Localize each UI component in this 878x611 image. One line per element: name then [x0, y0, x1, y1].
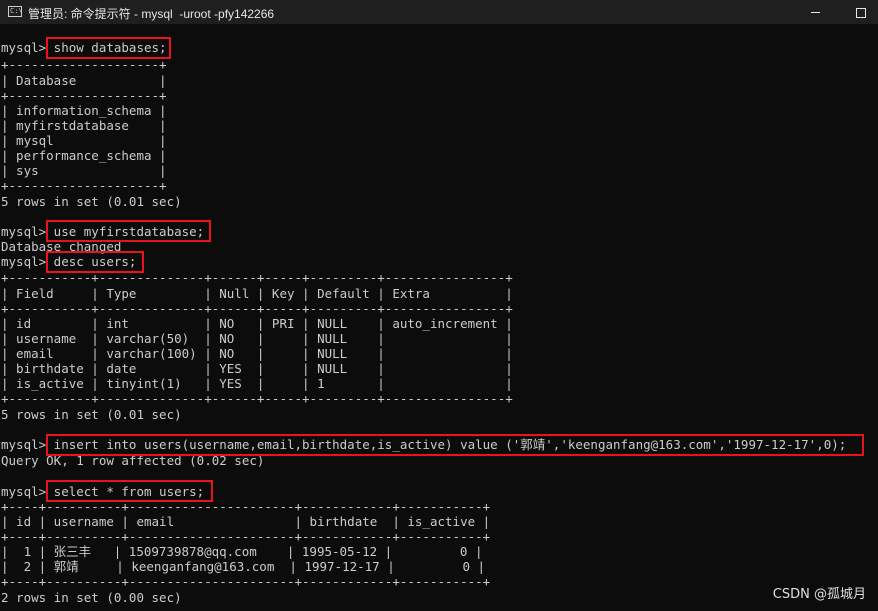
command-highlight-box [46, 220, 211, 242]
console-line: | Field | Type | Null | Key | Default | … [1, 286, 513, 301]
command-highlight-box [46, 251, 144, 273]
minimize-button[interactable] [804, 2, 826, 22]
window-title: 管理员: 命令提示符 - mysql -uroot -pfy142266 [28, 7, 275, 21]
maximize-button[interactable] [850, 2, 872, 22]
console-line: | 2 | 郭靖 | keenganfang@163.com | 1997-12… [1, 559, 486, 574]
console-line: | is_active | tinyint(1) | YES | | 1 | | [1, 376, 513, 391]
console-icon: C:\ [8, 6, 23, 17]
command-highlight-box [46, 434, 864, 456]
title-bar[interactable]: C:\ 管理员: 命令提示符 - mysql -uroot -pfy142266 [0, 0, 878, 24]
maximize-icon [856, 7, 866, 18]
console-line: 5 rows in set (0.01 sec) [1, 407, 182, 422]
console-line: | performance_schema | [1, 148, 167, 163]
console-line: 2 rows in set (0.00 sec) [1, 590, 182, 605]
console-line: | 1 | 张三丰 | 1509739878@qq.com | 1995-05-… [1, 544, 483, 559]
console-line: | Database | [1, 73, 167, 88]
console-line: | id | int | NO | PRI | NULL | auto_incr… [1, 316, 513, 331]
console-line: +-----------+--------------+------+-----… [1, 301, 513, 316]
console-line: +----+----------+----------------------+… [1, 529, 491, 544]
console-line: +-----------+--------------+------+-----… [1, 391, 513, 406]
minimize-icon [810, 12, 820, 13]
console-line: | id | username | email | birthdate | is… [1, 514, 491, 529]
console-line: | sys | [1, 163, 167, 178]
console-line: | myfirstdatabase | [1, 118, 167, 133]
watermark: CSDN @孤城月 [772, 587, 866, 602]
console-line: +--------------------+ [1, 57, 167, 72]
console-line: | username | varchar(50) | NO | | NULL |… [1, 331, 513, 346]
console-line: 5 rows in set (0.01 sec) [1, 194, 182, 209]
console-line: +--------------------+ [1, 88, 167, 103]
console-line: | mysql | [1, 133, 167, 148]
console-line: +----+----------+----------------------+… [1, 574, 491, 589]
console-output[interactable]: mysql> show databases; +----------------… [0, 24, 878, 611]
command-highlight-box [46, 37, 171, 59]
cmd-window: C:\ 管理员: 命令提示符 - mysql -uroot -pfy142266… [0, 0, 878, 611]
command-highlight-box [46, 480, 213, 502]
console-line: | email | varchar(100) | NO | | NULL | | [1, 346, 513, 361]
console-line: +--------------------+ [1, 178, 167, 193]
console-line: | information_schema | [1, 103, 167, 118]
console-line: | birthdate | date | YES | | NULL | | [1, 361, 513, 376]
